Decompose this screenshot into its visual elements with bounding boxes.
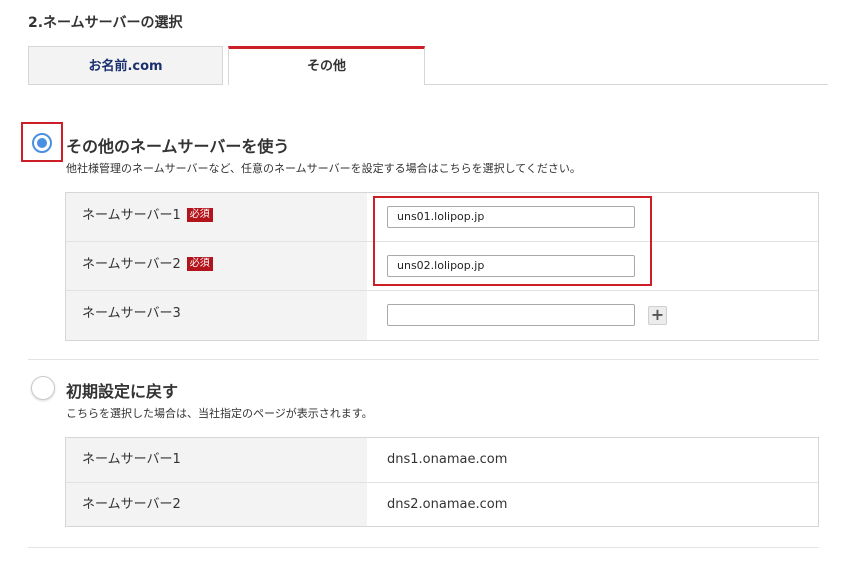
radio-selected-dot-icon [37,138,47,148]
nameserver-label: ネームサーバー1 必須 [66,193,367,241]
table-row: ネームサーバー2 必須 uns02.lolipop.jp [66,242,818,291]
option-default-title: 初期設定に戻す [66,382,179,401]
required-badge: 必須 [186,207,213,222]
radio-default[interactable] [31,376,55,400]
option-other-title: その他のネームサーバーを使う [66,137,290,156]
radio-other[interactable] [32,133,52,153]
table-row: ネームサーバー1 dns1.onamae.com [66,438,818,483]
tab-onamae[interactable]: お名前.com [28,46,223,85]
default-nameserver-table: ネームサーバー1 dns1.onamae.com ネームサーバー2 dns2.o… [65,437,819,527]
nameserver-input-table: ネームサーバー1 必須 uns01.lolipop.jp ネームサーバー2 必須 u… [65,192,819,341]
tab-divider [425,84,828,85]
nameserver-value: dns2.onamae.com [387,497,508,512]
section-title: 2.ネームサーバーの選択 [28,15,183,31]
nameserver-label: ネームサーバー2 必須 [66,242,367,290]
nameserver-label-text: ネームサーバー3 [82,306,181,321]
table-row: ネームサーバー1 必須 uns01.lolipop.jp [66,193,818,242]
option-default-description: こちらを選択した場合は、当社指定のページが表示されます。 [66,407,373,420]
nameserver3-input[interactable] [387,304,635,326]
required-badge: 必須 [186,256,213,271]
divider [28,359,819,360]
nameserver2-input[interactable]: uns02.lolipop.jp [387,255,635,277]
table-row: ネームサーバー3 + [66,291,818,340]
nameserver-label-text: ネームサーバー1 [82,208,181,223]
nameserver-value: dns1.onamae.com [387,452,508,467]
tab-other[interactable]: その他 [228,46,425,85]
divider [28,547,819,548]
radio-other-highlight[interactable] [21,122,63,162]
option-other-description: 他社様管理のネームサーバーなど、任意のネームサーバーを設定する場合はこちらを選択… [66,162,581,175]
nameserver-label-text: ネームサーバー2 [82,257,181,272]
table-row: ネームサーバー2 dns2.onamae.com [66,483,818,526]
nameserver-label: ネームサーバー1 [66,438,367,482]
nameserver1-input[interactable]: uns01.lolipop.jp [387,206,635,228]
add-nameserver-button[interactable]: + [648,306,667,325]
nameserver-label: ネームサーバー3 [66,291,367,340]
nameserver-label: ネームサーバー2 [66,483,367,526]
